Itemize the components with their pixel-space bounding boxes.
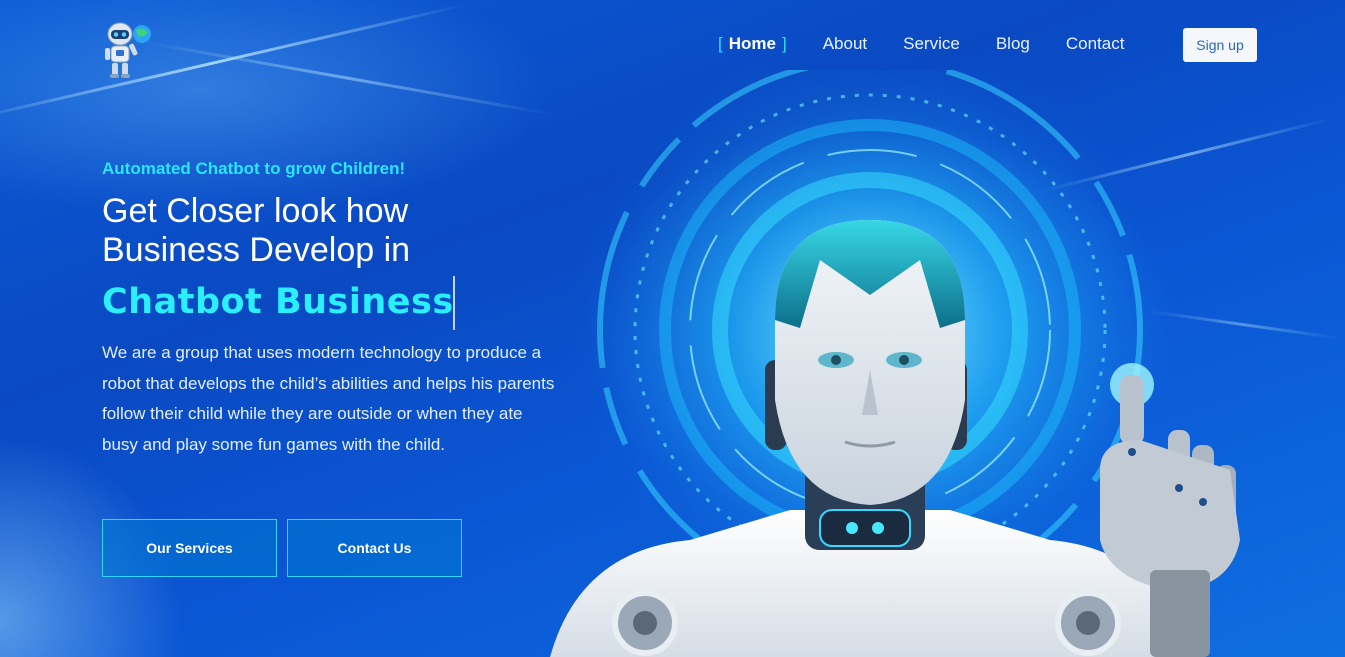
hero-headline: Get Closer look how Business Develop in — [102, 192, 522, 270]
nav-item-blog[interactable]: Blog — [996, 32, 1030, 56]
our-services-button[interactable]: Our Services — [102, 519, 277, 577]
nav-bracket-left: [ — [718, 34, 723, 53]
main-nav: [ Home] About Service Blog Contact — [718, 32, 1160, 56]
robot-mascot-icon[interactable] — [100, 18, 154, 80]
humanoid-robot-illustration — [550, 70, 1240, 657]
hero-tagline: Automated Chatbot to grow Children! — [102, 159, 406, 178]
contact-us-button[interactable]: Contact Us — [287, 519, 462, 577]
nav-item-label: Home — [728, 34, 776, 53]
nav-bracket-right: ] — [781, 34, 787, 53]
light-streak — [139, 40, 554, 116]
hero-section: [ Home] About Service Blog Contact Sign u… — [0, 0, 1345, 657]
headline-line-1: Get Closer look how — [102, 192, 409, 230]
hero-description: We are a group that uses modern technolo… — [102, 343, 555, 454]
signup-button[interactable]: Sign up — [1183, 28, 1257, 62]
nav-item-service[interactable]: Service — [903, 32, 960, 56]
nav-item-contact[interactable]: Contact — [1066, 32, 1125, 56]
typing-cursor — [453, 276, 455, 330]
light-streak — [0, 3, 468, 123]
headline-line-2: Business Develop in — [102, 231, 411, 269]
nav-item-home[interactable]: [ Home] — [718, 32, 787, 56]
nav-item-about[interactable]: About — [823, 32, 867, 56]
hero-highlight: Chatbot Business — [102, 282, 454, 322]
